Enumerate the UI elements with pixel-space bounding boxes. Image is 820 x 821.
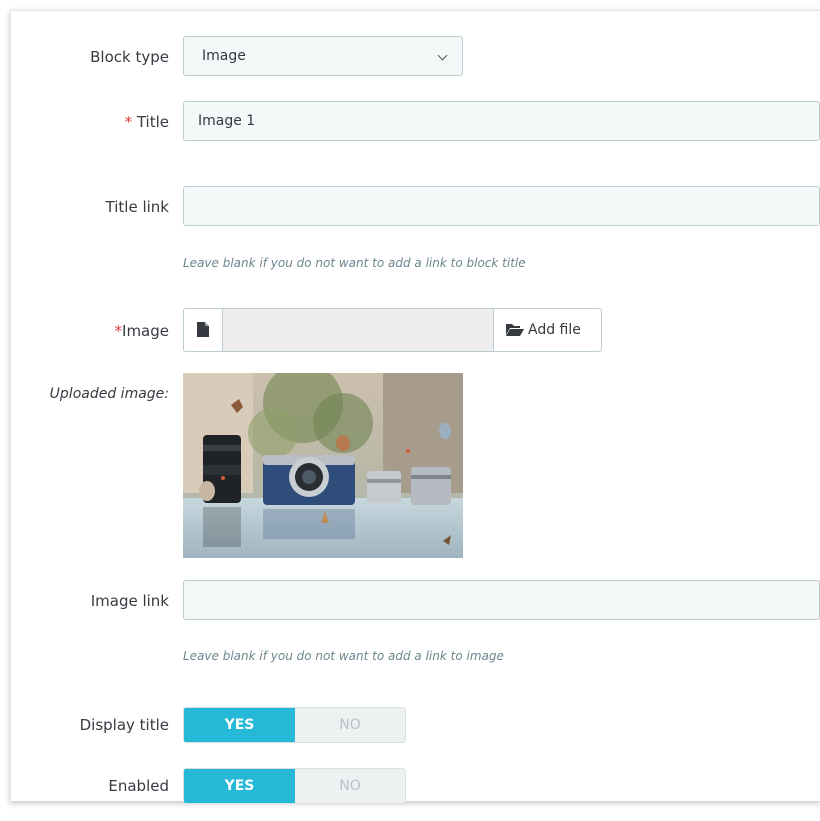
display-title-toggle[interactable]: YES NO — [183, 707, 406, 743]
camera-photo-image — [183, 373, 463, 558]
file-icon-box — [183, 308, 223, 352]
image-label: *Image — [115, 322, 169, 340]
enabled-label: Enabled — [108, 777, 169, 795]
file-name-display[interactable] — [223, 308, 493, 352]
file-icon — [197, 322, 209, 337]
block-type-label: Block type — [90, 48, 169, 66]
chevron-down-icon — [437, 50, 448, 61]
title-input[interactable]: Image 1 — [183, 101, 820, 141]
image-label-text: Image — [122, 322, 169, 340]
title-label-text: Title — [136, 113, 169, 131]
block-type-select[interactable]: Image — [183, 36, 463, 76]
uploaded-image-thumbnail — [183, 373, 463, 558]
display-title-yes[interactable]: YES — [184, 708, 295, 742]
image-link-help: Leave blank if you do not want to add a … — [183, 649, 504, 663]
image-file-input: Add file — [183, 308, 602, 352]
folder-open-icon — [506, 324, 524, 336]
enabled-yes[interactable]: YES — [184, 769, 295, 803]
add-file-label: Add file — [528, 322, 581, 338]
add-file-button[interactable]: Add file — [493, 308, 602, 352]
title-link-help: Leave blank if you do not want to add a … — [183, 256, 526, 270]
display-title-no[interactable]: NO — [295, 708, 405, 742]
title-label: * Title — [125, 113, 169, 131]
title-link-label: Title link — [105, 198, 169, 216]
required-marker: * — [124, 113, 133, 131]
title-link-input[interactable] — [183, 186, 820, 226]
image-link-input[interactable] — [183, 580, 820, 620]
enabled-toggle[interactable]: YES NO — [183, 768, 406, 804]
image-link-label: Image link — [90, 592, 169, 610]
display-title-label: Display title — [79, 716, 169, 734]
enabled-no[interactable]: NO — [295, 769, 405, 803]
block-type-value: Image — [202, 48, 246, 64]
uploaded-image-label: Uploaded image: — [49, 386, 169, 402]
required-marker: * — [114, 322, 123, 340]
